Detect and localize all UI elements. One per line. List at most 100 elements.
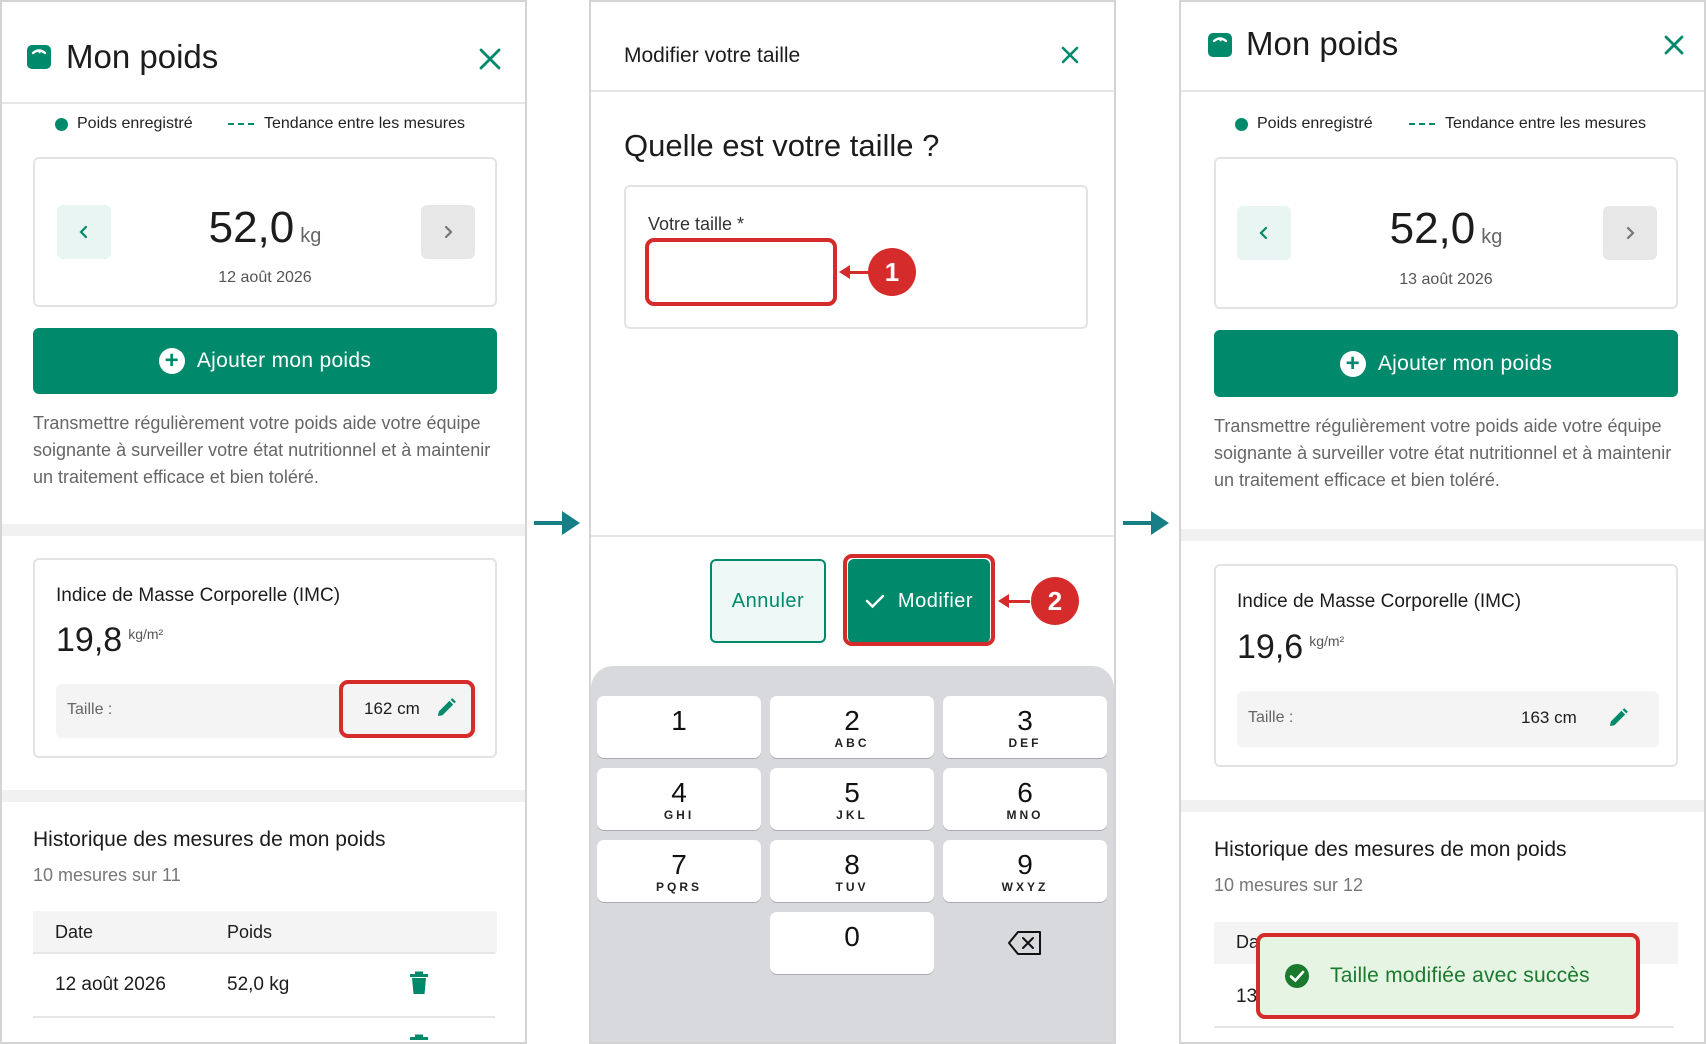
close-icon[interactable] [478,47,502,71]
page-title: Mon poids [66,38,219,75]
cancel-button[interactable]: Annuler [710,559,826,643]
input-highlight-box [645,238,837,306]
key-5[interactable]: 5 JKL [770,768,934,830]
key-2[interactable]: 2 ABC [770,696,934,758]
imc-display: 19,8 kg/m² [56,621,163,660]
flow-arrow-icon [1121,507,1173,544]
scale-icon [26,44,52,75]
key-9[interactable]: 9 WXYZ [943,840,1107,902]
table-row-divider [33,1016,495,1018]
chevron-right-icon [1626,226,1635,240]
add-weight-button[interactable]: + Ajouter mon poids [1214,330,1678,397]
header-divider [1181,90,1704,92]
height-row: Taille : 163 cm [1237,691,1659,747]
history-row-date: 13 [1236,986,1258,1007]
weight-unit: kg [1481,226,1503,248]
imc-unit: kg/m² [1309,633,1345,649]
imc-display: 19,6 kg/m² [1237,628,1344,667]
delete-icon[interactable] [409,971,429,1000]
step-1-badge: 1 [868,248,916,296]
height-question: Quelle est votre taille ? [624,128,940,163]
key-1[interactable]: 1 [597,696,761,758]
weight-card: 52,0 kg 13 août 2026 [1214,157,1678,309]
weight-date: 13 août 2026 [1399,271,1493,288]
history-row-date: 12 août 2026 [55,974,166,995]
section-separator [2,790,525,802]
screen-edit-height: Modifier votre taille Quelle est votre t… [589,0,1116,1044]
section-separator [1181,529,1704,541]
backspace-key[interactable] [943,912,1107,974]
imc-title: Indice de Masse Corporelle (IMC) [56,585,341,606]
table-divider [33,952,495,954]
next-weight-button[interactable] [421,205,475,259]
height-value: 163 cm [1521,708,1577,727]
header-divider [591,90,1114,92]
next-weight-button[interactable] [1603,206,1657,260]
close-icon[interactable] [1663,34,1685,56]
screen-weight-after: Mon poids Poids enregistré Tendance entr… [1179,0,1706,1044]
toast-message: Taille modifiée avec succès [1330,964,1590,987]
check-circle-icon [1285,964,1309,988]
add-weight-button[interactable]: + Ajouter mon poids [33,328,497,394]
section-separator [1181,800,1704,812]
legend-trend: Tendance entre les mesures [228,115,465,133]
imc-value: 19,8 [56,621,123,659]
delete-icon[interactable] [409,1034,429,1042]
weight-description: Transmettre régulièrement votre poids ai… [33,413,491,487]
numeric-keypad: 1 2 ABC 3 DEF 4 GHI 5 JKL 6 MNO 7 PQRS 8 TUV 9W… [591,666,1114,1042]
height-label: Taille : [1248,709,1294,726]
header-divider [2,102,525,104]
page-title: Mon poids [1246,25,1399,62]
height-field-label: Votre taille * [648,214,745,234]
legend-recorded: Poids enregistré [1235,115,1373,133]
plus-icon: + [158,348,185,374]
footer-divider [591,535,1114,537]
plus-icon: + [1339,350,1366,377]
history-title: Historique des mesures de mon poids [1214,838,1567,861]
annotation-line [849,271,869,274]
recorded-dot-icon [55,117,68,131]
column-date: Date [55,922,94,942]
scale-icon [1207,32,1233,63]
key-3[interactable]: 3 DEF [943,696,1107,758]
key-7[interactable]: 7 PQRS [597,840,761,902]
key-6[interactable]: 6 MNO [943,768,1107,830]
height-label: Taille : [67,701,113,718]
key-0[interactable]: 0 [770,912,934,974]
edit-height-icon[interactable] [1607,707,1629,734]
history-title: Historique des mesures de mon poids [33,828,386,851]
close-icon[interactable] [1060,45,1080,65]
weight-date: 12 août 2026 [218,269,312,286]
section-separator [2,524,525,536]
flow-arrow-icon [532,507,584,544]
history-row-weight: 52,0 kg [227,974,290,995]
chevron-right-icon [444,225,453,239]
weight-unit: kg [300,225,322,247]
trend-dash-icon [228,123,254,125]
trend-dash-icon [1409,123,1435,125]
step-2-badge: 2 [1031,577,1079,625]
history-subtitle: 10 mesures sur 11 [33,865,181,885]
screen-weight-before: Mon poids Poids enregistré Tendance entr… [0,0,527,1044]
height-highlight-box [339,680,475,738]
table-row-divider [1214,1026,1674,1028]
legend-trend: Tendance entre les mesures [1409,115,1646,133]
modal-title: Modifier votre taille [624,44,801,67]
column-weight: Poids [227,922,273,942]
recorded-dot-icon [1235,117,1248,131]
history-subtitle: 10 mesures sur 12 [1214,875,1364,895]
imc-value: 19,6 [1237,628,1304,666]
imc-title: Indice de Masse Corporelle (IMC) [1237,591,1522,612]
weight-value: 52,0 [1389,204,1476,253]
backspace-icon [1008,931,1041,955]
confirm-highlight-box [843,554,995,646]
success-toast: Taille modifiée avec succès [1256,933,1640,1019]
weight-value: 52,0 [208,203,295,252]
imc-card: Indice de Masse Corporelle (IMC) 19,6 kg/… [1214,564,1678,767]
key-4[interactable]: 4 GHI [597,768,761,830]
legend-recorded: Poids enregistré [55,115,193,133]
weight-card: 52,0 kg 12 août 2026 [33,157,497,307]
annotation-line [1007,600,1030,603]
imc-unit: kg/m² [128,626,164,642]
key-8[interactable]: 8 TUV [770,840,934,902]
